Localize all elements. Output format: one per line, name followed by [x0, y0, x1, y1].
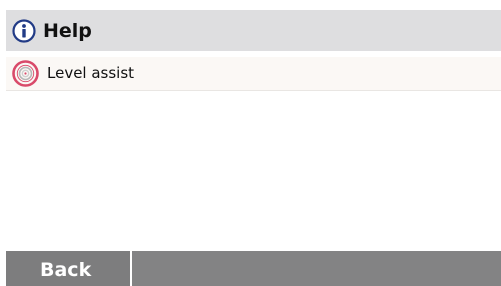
list-item-level-assist[interactable]: Level assist — [6, 57, 501, 91]
help-screen: Help Level assist Back — [6, 10, 501, 286]
footer-divider — [130, 251, 132, 286]
back-button[interactable]: Back — [6, 251, 130, 286]
list-item-label: Level assist — [47, 64, 135, 82]
help-list: Level assist — [6, 51, 501, 251]
header-bar: Help — [6, 10, 501, 51]
footer-bar: Back — [6, 251, 501, 286]
page-title: Help — [43, 20, 92, 42]
level-target-icon — [12, 60, 39, 87]
back-button-label: Back — [40, 259, 92, 281]
info-icon — [12, 19, 36, 43]
